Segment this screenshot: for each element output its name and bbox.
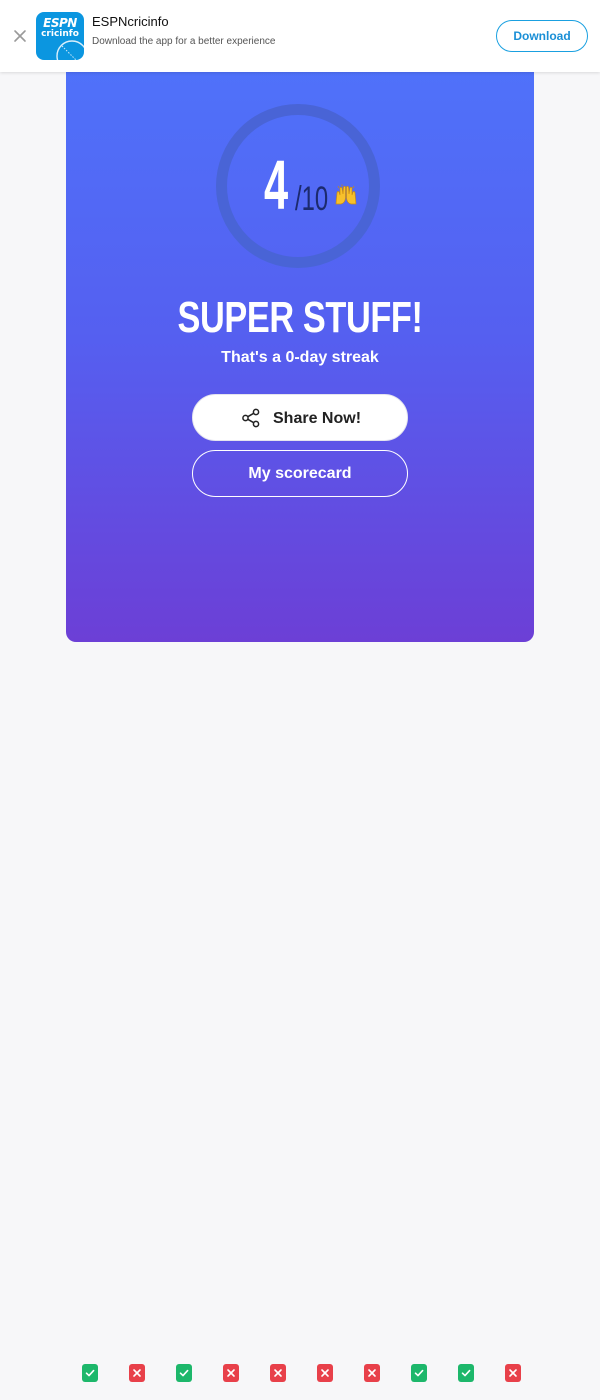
- app-download-banner: ESPN cricinfo ESPNcricinfo Download the …: [0, 0, 600, 72]
- my-scorecard-label: My scorecard: [248, 465, 352, 482]
- raising-hands-icon: [334, 184, 358, 211]
- share-now-button[interactable]: Share Now!: [192, 394, 408, 441]
- download-button[interactable]: Download: [496, 20, 588, 52]
- share-now-label: Share Now!: [273, 410, 362, 427]
- quiz-result-card: 4 /10 SUPER STUFF! That's a 0-day streak…: [66, 62, 534, 642]
- correct-answer-icon: [82, 1364, 98, 1382]
- wrong-answer-icon: [317, 1364, 333, 1382]
- espncricinfo-logo: ESPN cricinfo: [36, 12, 84, 60]
- wrong-answer-icon: [364, 1364, 380, 1382]
- close-icon[interactable]: [10, 26, 30, 46]
- score-total: /10: [295, 180, 329, 218]
- cricket-ball-icon: [56, 40, 84, 60]
- wrong-answer-icon: [129, 1364, 145, 1382]
- correct-answer-icon: [458, 1364, 474, 1382]
- share-icon: [242, 408, 260, 428]
- streak-text: That's a 0-day streak: [221, 349, 379, 366]
- wrong-answer-icon: [270, 1364, 286, 1382]
- wrong-answer-icon: [505, 1364, 521, 1382]
- score-value: 4: [264, 146, 288, 224]
- correct-answer-icon: [176, 1364, 192, 1382]
- app-name: ESPNcricinfo: [92, 14, 169, 29]
- answer-indicator-strip: [0, 1364, 600, 1384]
- my-scorecard-button[interactable]: My scorecard: [192, 450, 408, 497]
- correct-answer-icon: [411, 1364, 427, 1382]
- app-subtitle: Download the app for a better experience: [92, 36, 276, 47]
- wrong-answer-icon: [223, 1364, 239, 1382]
- result-title: SUPER STUFF!: [177, 293, 423, 342]
- logo-brand-text: ESPN: [43, 16, 77, 30]
